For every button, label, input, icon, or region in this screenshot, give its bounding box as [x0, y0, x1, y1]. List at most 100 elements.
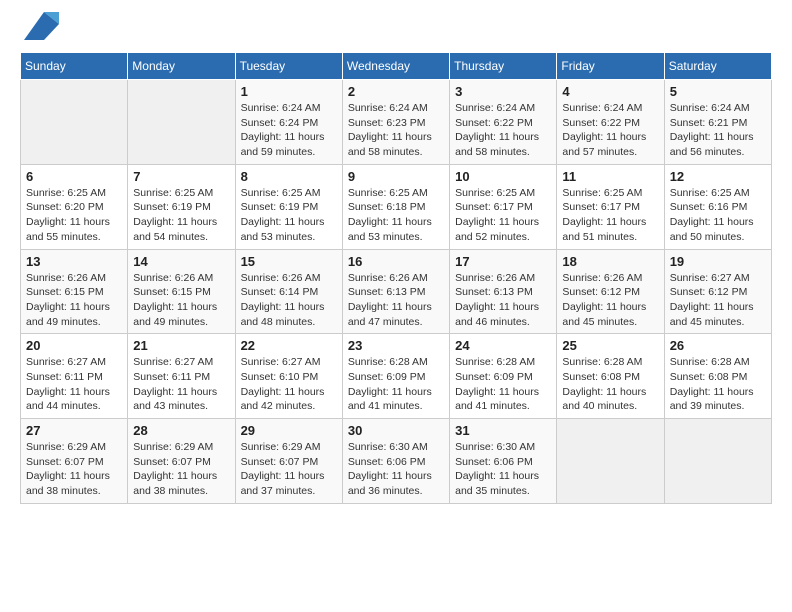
day-number: 31: [455, 423, 551, 438]
calendar-cell: 23 Sunrise: 6:28 AM Sunset: 6:09 PM Dayli…: [342, 334, 449, 419]
calendar-cell: 20 Sunrise: 6:27 AM Sunset: 6:11 PM Dayli…: [21, 334, 128, 419]
day-info: Sunrise: 6:27 AM Sunset: 6:12 PM Dayligh…: [670, 271, 766, 330]
day-number: 9: [348, 169, 444, 184]
day-header-thursday: Thursday: [450, 53, 557, 80]
day-info: Sunrise: 6:26 AM Sunset: 6:12 PM Dayligh…: [562, 271, 658, 330]
calendar-cell: 6Sunrise: 6:25 AM Sunset: 6:20 PM Daylig…: [21, 164, 128, 249]
calendar-cell: 15 Sunrise: 6:26 AM Sunset: 6:14 PM Dayli…: [235, 249, 342, 334]
day-number: 24: [455, 338, 551, 353]
calendar-cell: 30 Sunrise: 6:30 AM Sunset: 6:06 PM Dayli…: [342, 419, 449, 504]
day-info: Sunrise: 6:26 AM Sunset: 6:14 PM Dayligh…: [241, 271, 337, 330]
day-info: Sunrise: 6:28 AM Sunset: 6:08 PM Dayligh…: [670, 355, 766, 414]
calendar-cell: 19 Sunrise: 6:27 AM Sunset: 6:12 PM Dayli…: [664, 249, 771, 334]
day-info: Sunrise: 6:27 AM Sunset: 6:11 PM Dayligh…: [26, 355, 122, 414]
day-number: 27: [26, 423, 122, 438]
day-info: Sunrise: 6:24 AM Sunset: 6:23 PM Dayligh…: [348, 101, 444, 160]
day-number: 25: [562, 338, 658, 353]
day-number: 22: [241, 338, 337, 353]
calendar-cell: [128, 80, 235, 165]
day-number: 21: [133, 338, 229, 353]
day-number: 1: [241, 84, 337, 99]
day-number: 11: [562, 169, 658, 184]
day-number: 17: [455, 254, 551, 269]
calendar-cell: [21, 80, 128, 165]
day-info: Sunrise: 6:25 AM Sunset: 6:20 PM Dayligh…: [26, 186, 122, 245]
day-number: 13: [26, 254, 122, 269]
day-info: Sunrise: 6:24 AM Sunset: 6:22 PM Dayligh…: [562, 101, 658, 160]
calendar-cell: 17 Sunrise: 6:26 AM Sunset: 6:13 PM Dayli…: [450, 249, 557, 334]
calendar-cell: 1 Sunrise: 6:24 AM Sunset: 6:24 PM Daylig…: [235, 80, 342, 165]
calendar-cell: 4 Sunrise: 6:24 AM Sunset: 6:22 PM Daylig…: [557, 80, 664, 165]
day-header-tuesday: Tuesday: [235, 53, 342, 80]
page-header: [20, 20, 772, 42]
day-info: Sunrise: 6:26 AM Sunset: 6:15 PM Dayligh…: [133, 271, 229, 330]
day-header-saturday: Saturday: [664, 53, 771, 80]
day-number: 19: [670, 254, 766, 269]
day-number: 26: [670, 338, 766, 353]
calendar-cell: 28Sunrise: 6:29 AM Sunset: 6:07 PM Dayli…: [128, 419, 235, 504]
calendar-cell: 25Sunrise: 6:28 AM Sunset: 6:08 PM Dayli…: [557, 334, 664, 419]
day-info: Sunrise: 6:25 AM Sunset: 6:18 PM Dayligh…: [348, 186, 444, 245]
calendar-cell: 8 Sunrise: 6:25 AM Sunset: 6:19 PM Daylig…: [235, 164, 342, 249]
day-number: 23: [348, 338, 444, 353]
day-info: Sunrise: 6:26 AM Sunset: 6:13 PM Dayligh…: [348, 271, 444, 330]
calendar-cell: 31 Sunrise: 6:30 AM Sunset: 6:06 PM Dayli…: [450, 419, 557, 504]
calendar-cell: 5Sunrise: 6:24 AM Sunset: 6:21 PM Daylig…: [664, 80, 771, 165]
calendar-cell: 10 Sunrise: 6:25 AM Sunset: 6:17 PM Dayli…: [450, 164, 557, 249]
day-info: Sunrise: 6:28 AM Sunset: 6:09 PM Dayligh…: [348, 355, 444, 414]
calendar-cell: 22 Sunrise: 6:27 AM Sunset: 6:10 PM Dayli…: [235, 334, 342, 419]
day-info: Sunrise: 6:28 AM Sunset: 6:09 PM Dayligh…: [455, 355, 551, 414]
day-number: 20: [26, 338, 122, 353]
calendar-cell: [664, 419, 771, 504]
day-info: Sunrise: 6:25 AM Sunset: 6:19 PM Dayligh…: [241, 186, 337, 245]
calendar-cell: 16 Sunrise: 6:26 AM Sunset: 6:13 PM Dayli…: [342, 249, 449, 334]
day-number: 8: [241, 169, 337, 184]
day-info: Sunrise: 6:27 AM Sunset: 6:10 PM Dayligh…: [241, 355, 337, 414]
day-number: 15: [241, 254, 337, 269]
day-number: 10: [455, 169, 551, 184]
calendar-table: SundayMondayTuesdayWednesdayThursdayFrid…: [20, 52, 772, 504]
day-number: 14: [133, 254, 229, 269]
day-number: 2: [348, 84, 444, 99]
calendar-cell: 7 Sunrise: 6:25 AM Sunset: 6:19 PM Daylig…: [128, 164, 235, 249]
calendar-cell: 24 Sunrise: 6:28 AM Sunset: 6:09 PM Dayli…: [450, 334, 557, 419]
day-header-wednesday: Wednesday: [342, 53, 449, 80]
calendar-cell: 11 Sunrise: 6:25 AM Sunset: 6:17 PM Dayli…: [557, 164, 664, 249]
day-info: Sunrise: 6:29 AM Sunset: 6:07 PM Dayligh…: [241, 440, 337, 499]
day-info: Sunrise: 6:29 AM Sunset: 6:07 PM Dayligh…: [26, 440, 122, 499]
day-header-sunday: Sunday: [21, 53, 128, 80]
day-info: Sunrise: 6:27 AM Sunset: 6:11 PM Dayligh…: [133, 355, 229, 414]
day-number: 30: [348, 423, 444, 438]
calendar-cell: [557, 419, 664, 504]
day-number: 3: [455, 84, 551, 99]
calendar-cell: 3 Sunrise: 6:24 AM Sunset: 6:22 PM Daylig…: [450, 80, 557, 165]
logo: [20, 20, 59, 42]
calendar-cell: 2 Sunrise: 6:24 AM Sunset: 6:23 PM Daylig…: [342, 80, 449, 165]
day-info: Sunrise: 6:25 AM Sunset: 6:16 PM Dayligh…: [670, 186, 766, 245]
day-number: 12: [670, 169, 766, 184]
day-info: Sunrise: 6:25 AM Sunset: 6:17 PM Dayligh…: [562, 186, 658, 245]
day-info: Sunrise: 6:30 AM Sunset: 6:06 PM Dayligh…: [455, 440, 551, 499]
day-info: Sunrise: 6:26 AM Sunset: 6:15 PM Dayligh…: [26, 271, 122, 330]
day-info: Sunrise: 6:26 AM Sunset: 6:13 PM Dayligh…: [455, 271, 551, 330]
day-header-friday: Friday: [557, 53, 664, 80]
calendar-cell: 13 Sunrise: 6:26 AM Sunset: 6:15 PM Dayli…: [21, 249, 128, 334]
day-info: Sunrise: 6:30 AM Sunset: 6:06 PM Dayligh…: [348, 440, 444, 499]
logo-icon: [24, 12, 59, 40]
calendar-cell: 27 Sunrise: 6:29 AM Sunset: 6:07 PM Dayli…: [21, 419, 128, 504]
day-info: Sunrise: 6:24 AM Sunset: 6:21 PM Dayligh…: [670, 101, 766, 160]
calendar-cell: 21 Sunrise: 6:27 AM Sunset: 6:11 PM Dayli…: [128, 334, 235, 419]
calendar-cell: 9 Sunrise: 6:25 AM Sunset: 6:18 PM Daylig…: [342, 164, 449, 249]
calendar-cell: 26 Sunrise: 6:28 AM Sunset: 6:08 PM Dayli…: [664, 334, 771, 419]
day-number: 16: [348, 254, 444, 269]
day-info: Sunrise: 6:24 AM Sunset: 6:22 PM Dayligh…: [455, 101, 551, 160]
day-info: Sunrise: 6:25 AM Sunset: 6:17 PM Dayligh…: [455, 186, 551, 245]
day-info: Sunrise: 6:29 AM Sunset: 6:07 PM Dayligh…: [133, 440, 229, 499]
day-header-monday: Monday: [128, 53, 235, 80]
calendar-cell: 12 Sunrise: 6:25 AM Sunset: 6:16 PM Dayli…: [664, 164, 771, 249]
day-number: 7: [133, 169, 229, 184]
day-info: Sunrise: 6:25 AM Sunset: 6:19 PM Dayligh…: [133, 186, 229, 245]
day-number: 18: [562, 254, 658, 269]
day-number: 4: [562, 84, 658, 99]
day-info: Sunrise: 6:24 AM Sunset: 6:24 PM Dayligh…: [241, 101, 337, 160]
